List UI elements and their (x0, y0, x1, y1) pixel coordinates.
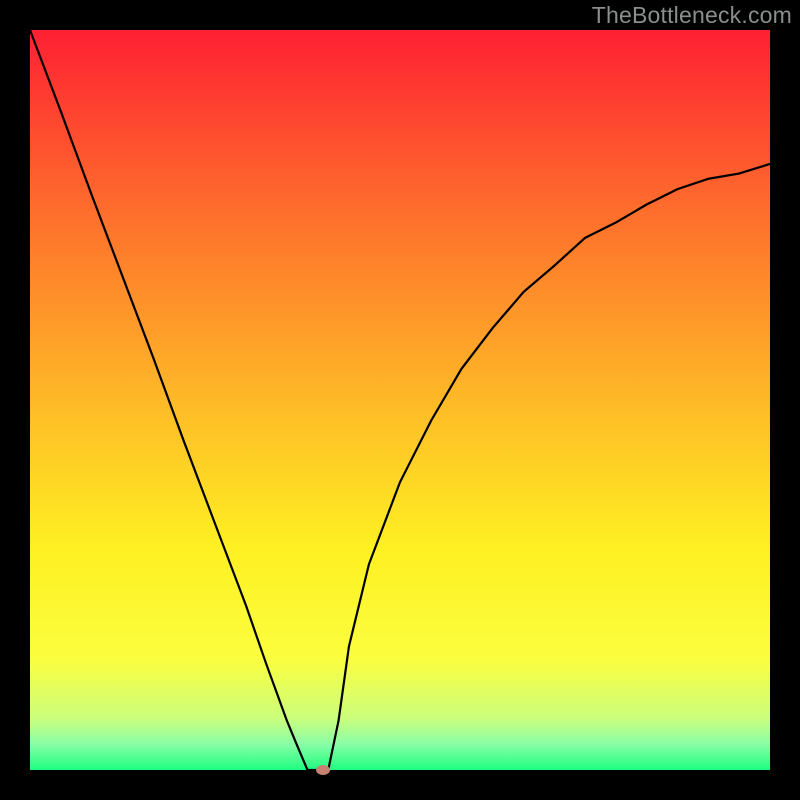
current-point-marker (316, 765, 330, 775)
chart-wrapper: TheBottleneck.com (0, 0, 800, 800)
plot-background (30, 30, 770, 770)
bottleneck-chart (0, 0, 800, 800)
watermark-text: TheBottleneck.com (592, 2, 792, 29)
